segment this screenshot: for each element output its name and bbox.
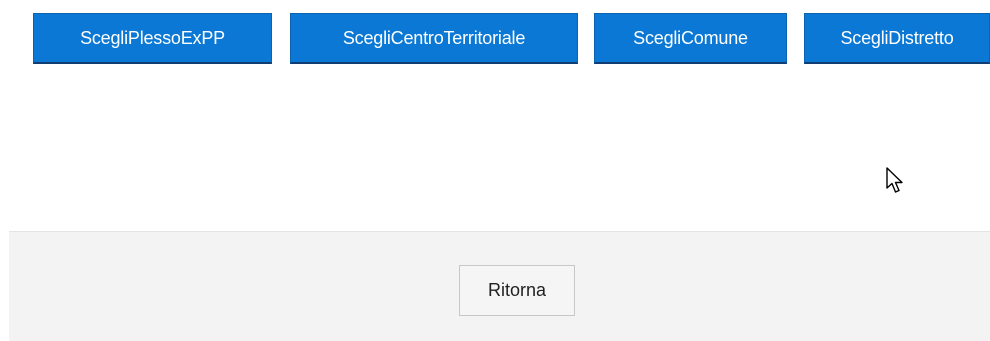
mouse-pointer-icon [886,167,903,193]
scegli-distretto-button[interactable]: ScegliDistretto [804,13,990,64]
footer-bar: Ritorna [9,231,990,341]
scegli-centro-territoriale-button[interactable]: ScegliCentroTerritoriale [290,13,578,64]
scegli-plesso-expp-button[interactable]: ScegliPlessoExPP [33,13,272,64]
scegli-comune-button[interactable]: ScegliComune [594,13,787,64]
return-button[interactable]: Ritorna [459,265,575,316]
